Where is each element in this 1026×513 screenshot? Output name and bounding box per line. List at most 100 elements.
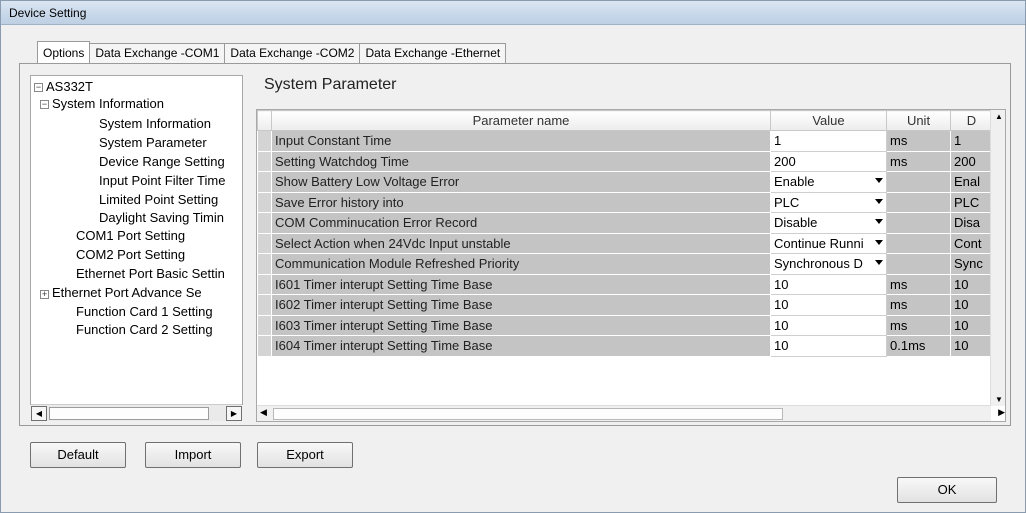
dropdown-arrow-icon[interactable] [875,239,883,245]
grid-vertical-scrollbar[interactable]: ▲ ▼ [990,110,1005,406]
scroll-thumb[interactable] [273,408,783,420]
value-dropdown-text: Enable [774,174,815,190]
table-row[interactable]: Save Error history into PLC PLC [257,191,993,213]
parameter-name-cell-text: I601 Timer interupt Setting Time Base [275,276,493,292]
tree-item-function-card-2-setting[interactable]: Function Card 2 Setting [76,322,213,337]
table-row[interactable]: Select Action when 24Vdc Input unstable C… [257,232,993,254]
table-row[interactable]: Communication Module Refreshed Priority S… [257,253,993,275]
value-dropdown[interactable]: Disable [770,212,887,234]
unit-cell: ms [886,294,951,316]
scroll-thumb[interactable] [49,407,209,420]
tab-data-exchange-com2[interactable]: Data Exchange -COM2 [224,43,361,63]
grid-horizontal-scrollbar[interactable]: ◀ ▶ [257,405,1005,421]
tree-item-daylight-saving-timing[interactable]: Daylight Saving Timin [99,210,224,225]
tree-item-system-information-group[interactable]: System Information [52,96,164,111]
window-title: Device Setting [9,6,87,20]
row-header[interactable] [257,130,272,152]
value-input[interactable]: 200 [770,150,887,172]
row-header[interactable] [257,314,272,336]
tree-item-limited-point-setting[interactable]: Limited Point Setting [99,192,218,207]
default-value-cell: Sync [950,253,993,275]
parameter-name-cell: I603 Timer interupt Setting Time Base [271,314,771,336]
tab-options[interactable]: Options [37,41,91,63]
unit-cell-text: ms [890,133,908,149]
unit-cell-text: ms [890,276,908,292]
tree-horizontal-scrollbar[interactable]: ◀ ▶ [31,404,242,421]
default-value-cell-text: 10 [954,338,969,354]
expand-icon[interactable]: + [40,290,49,299]
tab-data-exchange-ethernet[interactable]: Data Exchange -Ethernet [359,43,507,63]
table-row[interactable]: I604 Timer interupt Setting Time Base 10 0… [257,335,993,357]
ok-button[interactable]: OK [897,477,997,503]
tree-item-function-card-1-setting[interactable]: Function Card 1 Setting [76,304,213,319]
row-header[interactable] [257,191,272,213]
column-header-unit[interactable]: Unit [886,110,951,131]
dropdown-arrow-icon[interactable] [875,198,883,204]
table-row[interactable]: COM Comminucation Error Record Disable Dis… [257,212,993,234]
value-input[interactable]: 1 [770,130,887,152]
dropdown-arrow-icon[interactable] [875,260,883,265]
tree-item-device-range-setting[interactable]: Device Range Setting [99,154,225,169]
column-header-value[interactable]: Value [770,110,887,131]
scroll-down-icon[interactable]: ▼ [995,395,1003,404]
collapse-icon[interactable]: − [34,83,43,92]
table-row[interactable]: Show Battery Low Voltage Error Enable Enal [257,171,993,193]
scroll-right-icon[interactable]: ▶ [998,407,1005,418]
value-dropdown[interactable]: Synchronous D [770,253,887,275]
tab-data-exchange-com1[interactable]: Data Exchange -COM1 [89,43,226,63]
default-value-cell: 10 [950,335,993,357]
dropdown-arrow-icon[interactable] [875,219,883,224]
default-value-cell: 200 [950,150,993,172]
tree-item-root[interactable]: AS332T [46,79,93,94]
tree-item-com1-port-setting[interactable]: COM1 Port Setting [76,228,185,243]
table-row[interactable]: I601 Timer interupt Setting Time Base 10 m… [257,273,993,295]
column-header-parameter-name[interactable]: Parameter name [271,110,771,131]
row-header[interactable] [257,150,272,172]
scroll-left-icon[interactable]: ◀ [31,406,47,421]
export-button[interactable]: Export [257,442,353,468]
parameter-name-cell: Save Error history into [271,191,771,213]
tree-item-system-information[interactable]: System Information [99,116,211,131]
parameter-grid: Parameter name Value Unit D Input Consta… [256,109,1006,422]
value-input[interactable]: 10 [770,294,887,316]
scroll-left-icon[interactable]: ◀ [260,407,267,418]
collapse-icon[interactable]: − [40,100,49,109]
tree-item-ethernet-port-basic-setting[interactable]: Ethernet Port Basic Settin [76,266,225,281]
unit-cell [886,212,951,234]
tree-item-system-parameter[interactable]: System Parameter [99,135,207,150]
value-dropdown[interactable]: PLC [770,191,887,213]
dropdown-arrow-icon[interactable] [875,178,883,183]
parameter-name-cell-text: Communication Module Refreshed Priority [275,256,520,272]
row-header[interactable] [257,253,272,275]
row-header[interactable] [257,212,272,234]
parameter-name-cell-text: Select Action when 24Vdc Input unstable [275,235,511,251]
table-row[interactable]: Input Constant Time 1 ms 1 [257,130,993,152]
row-header[interactable] [257,171,272,193]
row-header[interactable] [257,232,272,254]
row-header[interactable] [257,335,272,357]
row-header[interactable] [257,273,272,295]
tree-item-com2-port-setting[interactable]: COM2 Port Setting [76,247,185,262]
table-row[interactable]: I602 Timer interupt Setting Time Base 10 m… [257,294,993,316]
value-dropdown[interactable]: Continue Runni [770,232,887,254]
value-input-text: 10 [774,276,789,292]
table-row[interactable]: I603 Timer interupt Setting Time Base 10 m… [257,314,993,336]
default-value-cell: 10 [950,294,993,316]
value-input[interactable]: 10 [770,314,887,336]
scroll-up-icon[interactable]: ▲ [995,112,1003,121]
device-tree[interactable]: − AS332T − System Information System Inf… [30,75,243,405]
default-button[interactable]: Default [30,442,126,468]
row-header[interactable] [257,294,272,316]
column-header-default[interactable]: D [950,110,993,131]
table-row[interactable]: Setting Watchdog Time 200 ms 200 [257,150,993,172]
parameter-name-cell: Show Battery Low Voltage Error [271,171,771,193]
import-button[interactable]: Import [145,442,241,468]
value-input[interactable]: 10 [770,335,887,357]
tree-item-input-point-filter-time[interactable]: Input Point Filter Time [99,173,225,188]
scroll-right-icon[interactable]: ▶ [226,406,242,421]
tree-item-ethernet-port-advance-setting[interactable]: Ethernet Port Advance Se [52,285,202,300]
value-dropdown[interactable]: Enable [770,171,887,193]
parameter-table: Parameter name Value Unit D Input Consta… [257,110,993,357]
value-input[interactable]: 10 [770,273,887,295]
unit-cell [886,191,951,213]
